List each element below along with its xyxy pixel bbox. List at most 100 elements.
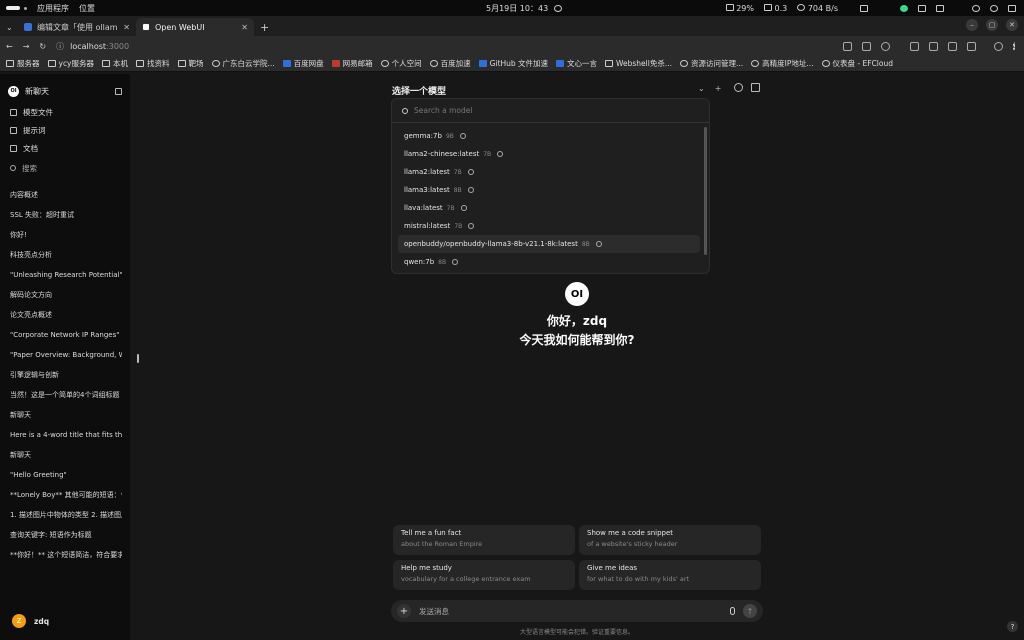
tab-list-button[interactable]: ⌄	[0, 18, 18, 36]
new-chat-button[interactable]: OI 新聊天	[8, 84, 122, 98]
history-item[interactable]: "Paper Overview: Background, Wor	[8, 345, 122, 365]
history-item[interactable]: "Corporate Network IP Ranges"	[8, 325, 122, 345]
model-option-highlighted[interactable]: openbuddy/openbuddy-llama3-8b-v21.1-8k:l…	[398, 235, 700, 253]
model-search-input[interactable]: Search a model	[392, 99, 709, 123]
places-menu[interactable]: 位置	[79, 3, 95, 14]
bookmark-link[interactable]: 百度网盘	[282, 58, 324, 69]
network-speed[interactable]: 704 B/s	[797, 3, 838, 13]
model-option[interactable]: mistral:latest 7B	[398, 217, 699, 235]
bookmark-star-icon[interactable]	[881, 41, 890, 51]
history-item[interactable]: 引擎逻辑与创新	[8, 365, 122, 385]
battery-indicator[interactable]: 29%	[725, 3, 754, 13]
history-item[interactable]: 解码论文方向	[8, 285, 122, 305]
workspace-indicator[interactable]	[6, 6, 20, 10]
reload-icon[interactable]: ↻	[39, 42, 46, 51]
bookmark-link[interactable]: Webshell免杀...	[605, 58, 672, 69]
tab-open-webui[interactable]: Open WebUI ✕	[136, 18, 254, 36]
settings-gear-icon[interactable]	[734, 83, 743, 92]
model-option[interactable]: llama3:latest 8B	[398, 181, 699, 199]
info-icon[interactable]	[459, 133, 466, 139]
minimize-icon[interactable]: –	[966, 19, 978, 31]
bell-icon[interactable]	[554, 4, 563, 12]
bookmark-link[interactable]: 广东白云学院...	[211, 58, 275, 69]
clock[interactable]: 5月19日 10：43	[486, 3, 548, 14]
cpu-indicator[interactable]: 0.3	[764, 3, 787, 13]
bookmark-link[interactable]: 仪表盘 - EFCloud	[821, 58, 893, 69]
history-item[interactable]: 科技亮点分析	[8, 245, 122, 265]
close-window-icon[interactable]: ✕	[1006, 19, 1018, 31]
history-item[interactable]: 内容概述	[8, 185, 122, 205]
bookmark-folder[interactable]: 靶场	[177, 58, 204, 69]
send-arrow-icon[interactable]: ↑	[743, 604, 757, 618]
info-icon[interactable]	[452, 259, 459, 265]
microphone-icon[interactable]	[730, 607, 735, 615]
suggestion-card[interactable]: Tell me a fun fact about the Roman Empir…	[393, 525, 575, 555]
model-option[interactable]: llama2:latest 7B	[398, 163, 699, 181]
screenshot-icon[interactable]	[936, 4, 944, 12]
clipboard-icon[interactable]	[918, 4, 926, 12]
close-tab-icon[interactable]: ✕	[123, 23, 130, 32]
history-item[interactable]: 你好!	[8, 225, 122, 245]
chat-input[interactable]: 发送消息	[419, 606, 722, 617]
power-icon[interactable]	[1008, 4, 1016, 12]
history-item[interactable]: 1. 描述图片中物体的类型 2. 描述图片	[8, 505, 122, 525]
keyboard-icon[interactable]	[860, 4, 868, 12]
extension-icon[interactable]	[910, 41, 919, 51]
bookmark-link[interactable]: 网易邮箱	[331, 58, 373, 69]
info-icon[interactable]	[460, 205, 467, 211]
help-icon[interactable]: ?	[1007, 621, 1018, 632]
chevron-down-icon[interactable]: ⌄	[698, 84, 705, 93]
new-tab-button[interactable]: +	[254, 18, 275, 36]
compose-icon[interactable]	[115, 87, 122, 95]
bookmark-link[interactable]: GitHub 文件加速	[478, 58, 548, 69]
history-item[interactable]: **你好！** 这个短语简洁，符合要求	[8, 545, 122, 565]
add-model-icon[interactable]: +	[715, 84, 722, 93]
tab-editor[interactable]: 编辑文章「使用 ollama」 ✕	[18, 18, 136, 36]
model-list-scrollbar[interactable]	[704, 127, 707, 255]
sidebar-search-input[interactable]: 搜索	[8, 159, 122, 177]
info-icon[interactable]	[595, 241, 602, 247]
history-item[interactable]: "Hello Greeting"	[8, 465, 122, 485]
attach-plus-icon[interactable]: +	[397, 604, 411, 618]
bookmark-link[interactable]: 资源访问管理...	[680, 58, 743, 69]
model-option[interactable]: qwen:7b 8B	[398, 253, 699, 271]
sidebar-item-modelfiles[interactable]: 模型文件	[8, 103, 122, 121]
profile-icon[interactable]	[994, 41, 1003, 51]
history-item[interactable]: 论文亮点概述	[8, 305, 122, 325]
info-icon[interactable]	[497, 151, 504, 157]
new-chat-compose-icon[interactable]	[751, 83, 760, 92]
info-icon[interactable]	[467, 187, 474, 193]
history-item[interactable]: **Lonely Boy** 其他可能的短语：*	[8, 485, 122, 505]
sidebar-item-documents[interactable]: 文档	[8, 139, 122, 157]
apps-menu[interactable]: 应用程序	[37, 3, 69, 14]
bookmark-folder[interactable]: 找资料	[136, 58, 170, 69]
bookmark-link[interactable]: 百度加速	[429, 58, 471, 69]
maximize-icon[interactable]: ▢	[986, 19, 998, 31]
info-icon[interactable]	[467, 169, 474, 175]
sidebar-toggle-handle[interactable]	[137, 354, 139, 363]
menu-kebab-icon[interactable]	[1013, 41, 1016, 51]
history-item[interactable]: 查询关键字: 短语作为标题	[8, 525, 122, 545]
history-item[interactable]: SSL 失败：超时重试	[8, 205, 122, 225]
suggestion-card[interactable]: Give me ideas for what to do with my kid…	[579, 560, 761, 590]
history-item[interactable]: 当然！这是一个简单的4个词组标题	[8, 385, 122, 405]
close-tab-icon[interactable]: ✕	[241, 23, 248, 32]
history-item[interactable]: "Unleashing Research Potential"	[8, 265, 122, 285]
workspace-dot[interactable]	[24, 6, 27, 10]
wifi-icon[interactable]	[972, 4, 980, 12]
suggestion-card[interactable]: Show me a code snippet of a website's st…	[579, 525, 761, 555]
address-bar[interactable]: ⓘ localhost:3000	[56, 41, 129, 52]
suggestion-card[interactable]: Help me study vocabulary for a college e…	[393, 560, 575, 590]
extension-icon[interactable]	[929, 41, 938, 51]
bookmark-folder[interactable]: ycy服务器	[47, 58, 94, 69]
back-icon[interactable]: ←	[6, 42, 13, 51]
model-selector-title[interactable]: 选择一个模型	[392, 84, 446, 97]
bookmark-link[interactable]: 高精度IP地址...	[751, 58, 814, 69]
bookmark-link[interactable]: 个人空间	[380, 58, 422, 69]
history-item[interactable]: Here is a 4-word title that fits the qu	[8, 425, 122, 445]
model-option[interactable]: gemma:7b 9B	[398, 127, 699, 145]
translate-icon[interactable]	[862, 41, 871, 51]
bookmark-link[interactable]: 文心一言	[556, 58, 597, 69]
model-option[interactable]: llama2-chinese:latest 7B	[398, 145, 699, 163]
bookmark-folder[interactable]: 服务器	[6, 58, 40, 69]
